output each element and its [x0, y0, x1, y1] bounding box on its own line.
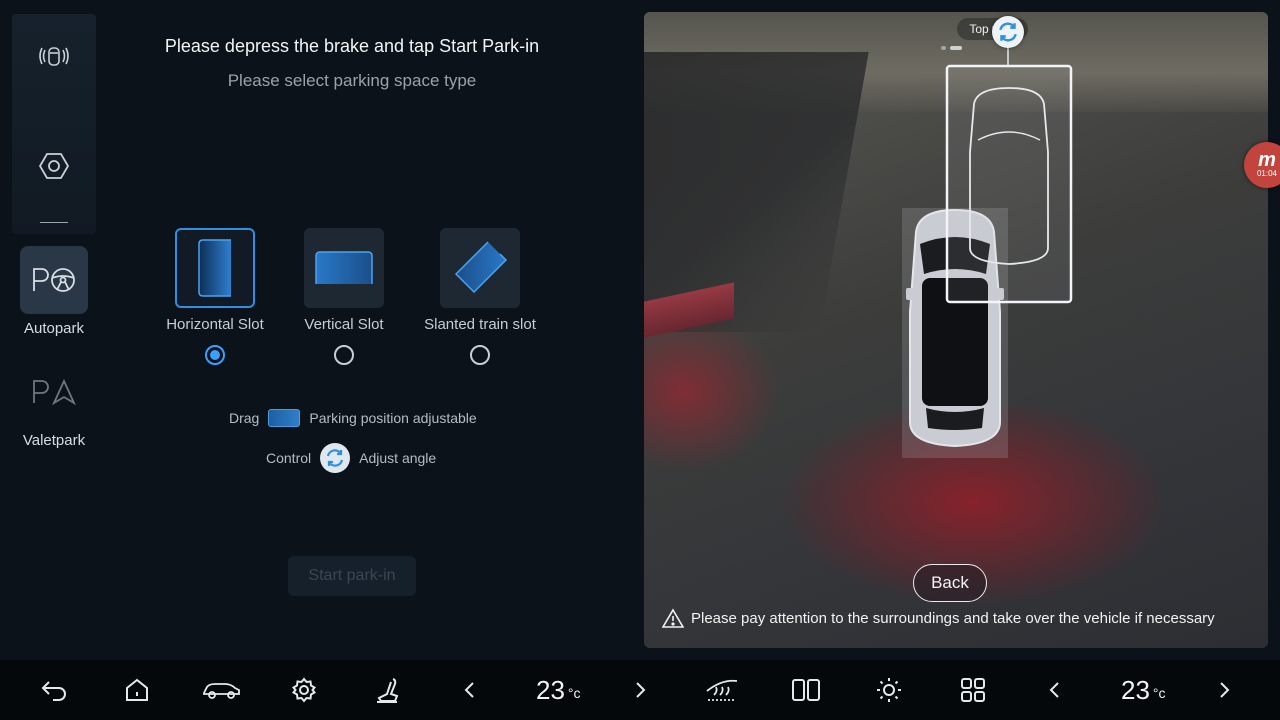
drag-hint-prefix: Drag — [229, 410, 260, 426]
vehicle-button[interactable] — [193, 660, 249, 720]
drag-hint: Drag Parking position adjustable — [229, 409, 477, 427]
warning-text: Please pay attention to the surroundings… — [691, 609, 1215, 627]
valetpark-icon — [20, 358, 88, 426]
temp-unit: °c — [1152, 685, 1166, 701]
brightness-button[interactable] — [861, 660, 917, 720]
warning-icon — [662, 608, 684, 628]
sidebar-item-autopark[interactable]: Autopark — [12, 246, 96, 337]
slanted-slot-icon[interactable] — [440, 228, 520, 308]
right-temp-increase[interactable] — [1196, 660, 1252, 720]
split-screen-button[interactable] — [778, 660, 834, 720]
start-park-in-button[interactable]: Start park-in — [288, 556, 416, 596]
chevron-left-icon — [1049, 682, 1059, 698]
recorder-logo: m — [1258, 149, 1276, 171]
page-subtitle: Please select parking space type — [227, 71, 477, 90]
sidebar-item-valetpark[interactable]: Valetpark — [12, 358, 96, 449]
seat-button[interactable] — [360, 660, 416, 720]
apps-button[interactable] — [945, 660, 1001, 720]
back-button[interactable]: Back — [913, 564, 987, 602]
right-temperature: 23 °c — [1121, 660, 1166, 720]
control-hint: Control Adjust angle — [266, 443, 436, 473]
settings-button[interactable] — [276, 660, 332, 720]
control-hint-prefix: Control — [266, 450, 312, 466]
windshield-icon — [706, 679, 738, 701]
target-parking-slot — [945, 36, 1073, 304]
drag-hint-text: Parking position adjustable — [309, 410, 477, 426]
sidebar: Autopark Valetpark — [12, 14, 96, 660]
temp-value: 23 — [536, 674, 565, 705]
left-temp-decrease[interactable] — [442, 660, 498, 720]
rotate-icon — [999, 22, 1017, 42]
sidebar-item-label: Autopark — [23, 320, 85, 337]
parking-app: Autopark Valetpark Please depress the br… — [0, 0, 1280, 720]
windshield-defrost-button[interactable] — [694, 660, 750, 720]
page-title: Please depress the brake and tap Start P… — [164, 36, 540, 56]
sidebar-item-sensors[interactable] — [12, 22, 96, 90]
home-button[interactable] — [109, 660, 165, 720]
temp-unit: °c — [567, 685, 581, 701]
slot-radio-slanted[interactable] — [470, 345, 490, 365]
chevron-right-icon — [636, 682, 646, 698]
right-temp-decrease[interactable] — [1027, 660, 1083, 720]
brightness-icon — [877, 678, 901, 702]
sidebar-item-settings[interactable] — [12, 132, 96, 200]
horizontal-slot-icon[interactable] — [175, 228, 255, 308]
chevron-right-icon — [1220, 682, 1230, 698]
slot-option-slanted[interactable]: Slanted train slot — [400, 228, 560, 365]
rotate-view-button[interactable] — [992, 16, 1024, 48]
surround-camera-view[interactable]: Top view Back Please pay attention to th… — [644, 12, 1268, 648]
home-icon — [126, 678, 148, 701]
slot-label: Vertical Slot — [304, 316, 384, 333]
left-temperature: 23 °c — [536, 660, 581, 720]
slot-label: Slanted train slot — [424, 316, 536, 333]
slot-swatch-icon — [268, 409, 301, 427]
autopark-icon — [20, 246, 88, 314]
sidebar-divider — [40, 222, 68, 223]
settings-icon — [291, 677, 317, 703]
car-icon — [203, 683, 240, 699]
parking-overlay — [902, 36, 1073, 458]
slot-label: Horizontal Slot — [166, 316, 264, 333]
back-nav-button[interactable] — [26, 660, 82, 720]
car-sensor-icon — [20, 22, 88, 90]
control-hint-text: Adjust angle — [359, 450, 437, 466]
chevron-left-icon — [464, 682, 474, 698]
back-icon — [41, 681, 66, 701]
bottom-bar: 23 °c 23 °c — [0, 660, 1280, 720]
split-screen-icon — [792, 679, 820, 701]
safety-warning: Please pay attention to the surroundings… — [662, 608, 1215, 628]
view-page-dots — [941, 46, 962, 50]
left-temp-increase[interactable] — [612, 660, 668, 720]
seat-icon — [377, 678, 399, 703]
sidebar-item-label: Valetpark — [22, 432, 86, 449]
temp-value: 23 — [1121, 674, 1150, 705]
slot-radio-vertical[interactable] — [334, 345, 354, 365]
rotate-icon — [320, 443, 351, 473]
recorder-time: 01:04 — [1256, 169, 1278, 178]
apps-grid-icon — [961, 678, 985, 702]
hexagon-icon — [20, 132, 88, 200]
slot-radio-horizontal[interactable] — [205, 345, 225, 365]
vertical-slot-icon[interactable] — [304, 228, 384, 308]
